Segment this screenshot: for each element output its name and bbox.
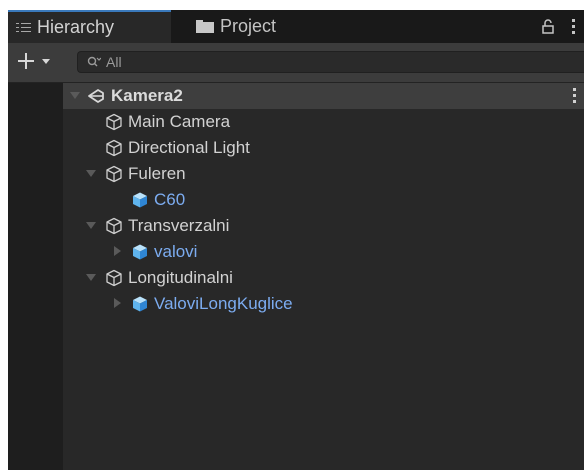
create-button[interactable] (16, 50, 60, 74)
prefab-cube-icon (133, 244, 147, 260)
gameobject-cube-icon (106, 269, 122, 287)
item-label: Longitudinalni (128, 268, 233, 287)
list-item-longitudinalni[interactable]: Longitudinalni (63, 265, 584, 291)
gameobject-cube-icon (106, 165, 122, 183)
expand-arrow-icon[interactable] (86, 170, 96, 177)
unity-scene-icon (88, 89, 104, 103)
tab-hierarchy[interactable]: Hierarchy (8, 10, 171, 43)
gameobject-cube-icon (106, 139, 122, 157)
list-item-transverzalni[interactable]: Transverzalni (63, 213, 584, 239)
tab-hierarchy-label: Hierarchy (37, 17, 115, 37)
list-icon (16, 21, 31, 34)
window-menu-icon[interactable] (572, 17, 576, 35)
item-label: Main Camera (128, 112, 231, 131)
scene-row[interactable]: Kamera2 (63, 83, 584, 109)
list-item-c60[interactable]: C60 (63, 187, 584, 213)
search-icon (87, 56, 101, 67)
list-item-directional-light[interactable]: Directional Light (63, 135, 584, 161)
search-input[interactable] (106, 53, 566, 71)
tab-project[interactable]: Project (186, 10, 276, 43)
search-field[interactable] (77, 51, 584, 73)
item-label: C60 (154, 190, 186, 209)
hierarchy-tree: Kamera2 Main Camera Directional Light Fu… (8, 83, 584, 470)
folder-icon (196, 20, 214, 33)
item-label: Transverzalni (128, 216, 230, 235)
list-item-valovi[interactable]: valovi (63, 239, 584, 265)
expand-arrow-icon[interactable] (86, 274, 96, 281)
lock-icon[interactable] (542, 19, 554, 34)
list-item-fuleren[interactable]: Fuleren (63, 161, 584, 187)
collapse-arrow-icon[interactable] (114, 298, 121, 308)
scene-label: Kamera2 (111, 86, 183, 105)
expand-arrow-icon[interactable] (70, 92, 80, 99)
gameobject-cube-icon (106, 113, 122, 131)
gameobject-cube-icon (106, 217, 122, 235)
prefab-cube-icon (133, 192, 147, 208)
tab-bar: Hierarchy Project (8, 10, 584, 43)
item-label: valovi (154, 242, 198, 261)
expand-arrow-icon[interactable] (86, 222, 96, 229)
list-item-valovilongkuglice[interactable]: ValoviLongKuglice (63, 291, 584, 317)
item-label: ValoviLongKuglice (154, 294, 293, 313)
item-label: Directional Light (128, 138, 250, 157)
list-item-main-camera[interactable]: Main Camera (63, 109, 584, 135)
hierarchy-window: Hierarchy Project All Kamera2 Main Camer… (8, 10, 584, 470)
tab-project-label: Project (220, 16, 277, 36)
item-label: Fuleren (128, 164, 186, 183)
scene-menu-icon[interactable] (573, 87, 576, 105)
chevron-down-icon (42, 59, 50, 64)
collapse-arrow-icon[interactable] (114, 246, 121, 256)
tree-gutter (8, 83, 63, 470)
prefab-cube-icon (133, 296, 147, 312)
toolbar (8, 43, 584, 83)
